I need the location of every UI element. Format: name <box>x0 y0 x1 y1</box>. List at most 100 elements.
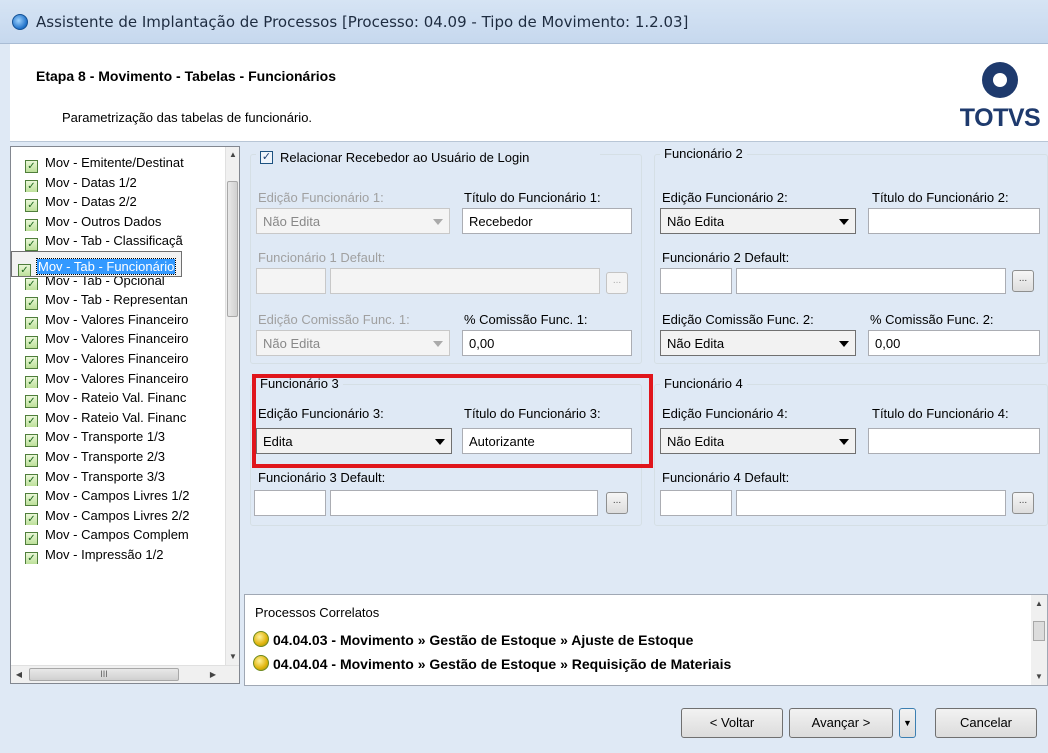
tree-item[interactable]: ✓ Mov - Campos Livres 2/2 <box>11 506 227 526</box>
dropdown-arrow-icon <box>433 341 443 347</box>
tree-item[interactable]: ✓ Mov - Tab - Representan <box>11 290 227 310</box>
tree-item[interactable]: ✓ Mov - Transporte 1/3 <box>11 427 227 447</box>
edicao-comissao-2-select[interactable]: Não Edita <box>660 330 856 356</box>
relacionar-recebedor-checkbox[interactable]: ✓ <box>260 151 273 164</box>
tree-item-label: Mov - Transporte 2/3 <box>45 448 165 464</box>
scroll-down-arrow-icon[interactable]: ▼ <box>1031 672 1047 681</box>
edicao-funcionario-1-select: Não Edita <box>256 208 450 234</box>
funcionario-4-default-name[interactable] <box>736 490 1006 516</box>
tree-item[interactable]: ✓ Mov - Transporte 2/3 <box>11 447 227 467</box>
tree-item-label: Mov - Tab - Classificaçã <box>45 233 183 249</box>
funcionarios-form: ✓ Relacionar Recebedor ao Usuário de Log… <box>244 146 1048 590</box>
check-doc-icon: ✓ <box>25 179 38 193</box>
tree-item[interactable]: ✓ Mov - Datas 2/2 <box>11 192 227 212</box>
tree-item[interactable]: ✓ Mov - Rateio Val. Financ <box>11 388 227 408</box>
tree-item-label: Mov - Valores Financeiro <box>45 311 189 327</box>
funcionario-2-default-label: Funcionário 2 Default: <box>662 250 790 265</box>
correlatos-scrollbar[interactable]: ▲ ▼ <box>1031 595 1047 685</box>
edicao-funcionario-1-value: Não Edita <box>263 214 321 229</box>
correlato-link[interactable]: 04.04.04 - Movimento » Gestão de Estoque… <box>253 655 731 672</box>
funcionario-2-default-name[interactable] <box>736 268 1006 294</box>
tree-item[interactable]: ✓ Mov - Valores Financeiro <box>11 329 227 349</box>
correlato-link[interactable]: 04.04.03 - Movimento » Gestão de Estoque… <box>253 631 693 648</box>
funcionario-3-default-name[interactable] <box>330 490 598 516</box>
tree-vertical-scrollbar[interactable]: ▲ ▼ <box>225 147 239 665</box>
steps-tree-panel: ✓ Mov - Emitente/Destinat ✓ Mov - Datas 1/2… <box>10 146 240 684</box>
scroll-right-arrow-icon[interactable]: ▶ <box>205 666 221 683</box>
highlight-box <box>252 374 653 468</box>
edicao-comissao-1-select: Não Edita <box>256 330 450 356</box>
scroll-thumb[interactable] <box>1033 621 1045 641</box>
scroll-up-arrow-icon[interactable]: ▲ <box>1031 599 1047 608</box>
next-button[interactable]: Avançar > <box>789 708 893 738</box>
funcionario-2-browse-button[interactable]: ... <box>1012 270 1034 292</box>
tree-item-label: Mov - Valores Financeiro <box>45 331 189 347</box>
scroll-up-arrow-icon[interactable]: ▲ <box>226 147 239 163</box>
scroll-left-arrow-icon[interactable]: ◀ <box>11 666 27 683</box>
comissao-func-1-label: % Comissão Func. 1: <box>464 312 588 327</box>
step-title: Etapa 8 - Movimento - Tabelas - Funcioná… <box>36 68 337 84</box>
tree-item-label: Mov - Rateio Val. Financ <box>45 409 187 425</box>
wizard-header: Etapa 8 - Movimento - Tabelas - Funcioná… <box>10 44 1048 142</box>
cancel-button[interactable]: Cancelar <box>935 708 1037 738</box>
check-doc-icon: ✓ <box>25 551 38 565</box>
funcionario-4-default-code[interactable] <box>660 490 732 516</box>
tree-item[interactable]: ✓ Mov - Datas 1/2 <box>11 173 227 193</box>
dropdown-arrow-icon <box>839 341 849 347</box>
tree-horizontal-scrollbar[interactable]: ◀ III ▶ <box>11 665 239 683</box>
funcionario-4-browse-button[interactable]: ... <box>1012 492 1034 514</box>
tree-item-label: Mov - Tab - Funcionário <box>35 257 177 275</box>
comissao-func-2-input[interactable]: 0,00 <box>868 330 1040 356</box>
titulo-funcionario-2-label: Título do Funcionário 2: <box>872 190 1009 205</box>
title-bar: Assistente de Implantação de Processos [… <box>0 0 1048 44</box>
tree-item-label: Mov - Impressão 1/2 <box>45 546 164 562</box>
next-dropdown-button[interactable]: ▼ <box>899 708 916 738</box>
tree-item[interactable]: ✓ Mov - Campos Livres 1/2 <box>11 486 227 506</box>
app-globe-icon <box>12 14 28 30</box>
scroll-down-arrow-icon[interactable]: ▼ <box>226 649 239 665</box>
funcionario-4-default-label: Funcionário 4 Default: <box>662 470 790 485</box>
edicao-funcionario-2-label: Edição Funcionário 2: <box>662 190 788 205</box>
edicao-comissao-2-label: Edição Comissão Func. 2: <box>662 312 814 327</box>
comissao-func-1-input[interactable]: 0,00 <box>462 330 632 356</box>
edicao-comissao-1-label: Edição Comissão Func. 1: <box>258 312 410 327</box>
titulo-funcionario-1-input[interactable]: Recebedor <box>462 208 632 234</box>
titulo-funcionario-2-input[interactable] <box>868 208 1040 234</box>
check-doc-icon: ✓ <box>25 238 38 251</box>
group-4-legend: Funcionário 4 <box>660 376 747 391</box>
tree-item-label: Mov - Campos Livres 1/2 <box>45 488 190 504</box>
scroll-thumb[interactable] <box>227 181 238 317</box>
tree-item[interactable]: ✓ Mov - Valores Financeiro <box>11 310 227 330</box>
tree-item-label: Mov - Outros Dados <box>45 213 162 229</box>
titulo-funcionario-4-input[interactable] <box>868 428 1040 454</box>
funcionario-3-default-code[interactable] <box>254 490 326 516</box>
tree-item[interactable]: ✓ Mov - Emitente/Destinat <box>11 153 227 173</box>
edicao-funcionario-2-select[interactable]: Não Edita <box>660 208 856 234</box>
processos-correlatos-panel: Processos Correlatos 04.04.03 - Moviment… <box>244 594 1048 686</box>
correlato-label: 04.04.03 - Movimento » Gestão de Estoque… <box>273 632 694 648</box>
check-doc-icon: ✓ <box>25 532 38 545</box>
logo-ring-icon <box>982 62 1018 98</box>
tree-item-label: Mov - Rateio Val. Financ <box>45 390 187 406</box>
tree-item[interactable]: ✓ Mov - Campos Complem <box>11 525 227 545</box>
tree-item[interactable]: ✓ Mov - Tab - Classificaçã <box>11 231 227 251</box>
tree-item[interactable]: ✓ Mov - Transporte 3/3 <box>11 467 227 487</box>
tree-item-label: Mov - Datas 1/2 <box>45 174 137 190</box>
funcionario-2-default-code[interactable] <box>660 268 732 294</box>
tree-item[interactable]: ✓ Mov - Outros Dados <box>11 212 227 232</box>
tree-item[interactable]: ✓ Mov - Impressão 1/2 <box>11 545 227 565</box>
funcionario-3-browse-button[interactable]: ... <box>606 492 628 514</box>
hscroll-thumb[interactable]: III <box>29 668 179 681</box>
tree-item[interactable]: ✓ Mov - Rateio Val. Financ <box>11 408 227 428</box>
funcionario-1-default-code <box>256 268 326 294</box>
tree-item[interactable]: ✓ Mov - Tab - Funcionário <box>11 250 183 277</box>
group-2-legend: Funcionário 2 <box>660 146 747 161</box>
funcionario-1-default-label: Funcionário 1 Default: <box>258 250 386 265</box>
tree-item[interactable]: ✓ Mov - Valores Financeiro <box>11 349 227 369</box>
tree-item[interactable]: ✓ Mov - Valores Financeiro <box>11 369 227 389</box>
dropdown-arrow-icon <box>839 219 849 225</box>
edicao-funcionario-4-select[interactable]: Não Edita <box>660 428 856 454</box>
edicao-comissao-2-value: Não Edita <box>667 336 725 351</box>
tree-item-label: Mov - Tab - Representan <box>45 292 188 308</box>
back-button[interactable]: < Voltar <box>681 708 783 738</box>
